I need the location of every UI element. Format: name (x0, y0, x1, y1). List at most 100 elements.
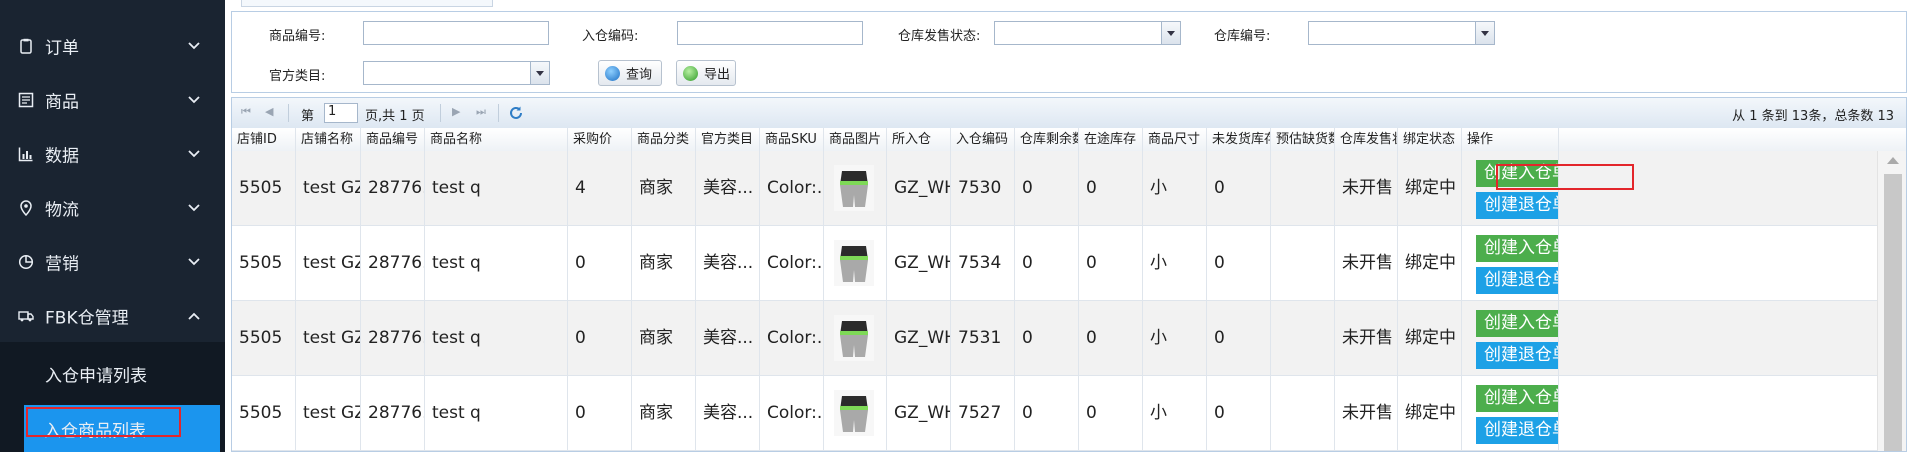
column-header[interactable]: 在途库存 (1079, 128, 1143, 151)
cell-shop-id: 5505 (232, 151, 296, 225)
cell-product-image (824, 376, 887, 450)
sidebar-item-products[interactable]: 商品 (0, 73, 225, 127)
cell-bind-status: 绑定中 (1398, 151, 1462, 225)
export-button[interactable]: 导出 (676, 60, 736, 86)
page-number-input[interactable]: 1 (324, 103, 358, 123)
cell-inbound-code: 7527 (951, 376, 1015, 450)
sidebar-item-orders[interactable]: 订单 (0, 19, 225, 73)
product-thumbnail[interactable] (834, 315, 874, 361)
cell-official-category: 美容... (696, 151, 760, 225)
cell-shortage (1271, 301, 1335, 375)
sidebar-subitem-inbound-requests[interactable]: 入仓申请列表 (0, 349, 225, 399)
cell-product-no: 28776... (361, 301, 425, 375)
column-header[interactable]: 所入仓 (887, 128, 951, 151)
cell-remaining: 0 (1015, 301, 1079, 375)
column-header[interactable]: 入仓编码 (951, 128, 1015, 151)
column-header[interactable]: 预估缺货数 (1271, 128, 1335, 151)
export-button-label: 导出 (704, 67, 731, 83)
truck-icon (18, 311, 34, 322)
column-header[interactable]: 未发货库存 (1207, 128, 1271, 151)
clipboard-icon (20, 38, 32, 54)
cell-price: 0 (568, 301, 632, 375)
product-no-label: 商品编号: (269, 29, 326, 44)
cell-sale-status: 未开售 (1335, 151, 1398, 225)
next-page-icon[interactable]: ▶ (452, 106, 464, 118)
column-header[interactable]: 操作 (1462, 128, 1559, 151)
official-category-select[interactable] (363, 61, 550, 85)
table-row[interactable]: 5505test GZC28776...test q0商家美容...Color:… (232, 376, 1877, 451)
chevron-down-icon (188, 204, 200, 212)
first-page-icon[interactable]: ⏮ (241, 106, 253, 118)
official-category-label: 官方类目: (269, 69, 326, 84)
sidebar-item-data[interactable]: 数据 (0, 127, 225, 181)
product-thumbnail[interactable] (834, 165, 874, 211)
last-page-icon[interactable]: ⏭ (476, 106, 488, 118)
column-header[interactable]: 仓库剩余数 (1015, 128, 1079, 151)
scroll-up-icon[interactable] (1887, 157, 1899, 164)
table-row[interactable]: 5505test GZC28776...test q0商家美容...Color:… (232, 226, 1877, 301)
column-header[interactable]: 官方类目 (696, 128, 760, 151)
create-return-button[interactable]: 创建退仓单 (1476, 417, 1558, 444)
vertical-scrollbar[interactable] (1877, 151, 1906, 451)
column-header[interactable]: 绑定状态 (1398, 128, 1462, 151)
column-header[interactable]: 店铺ID (232, 128, 296, 151)
cell-actions: 创建入仓单创建退仓单 (1462, 376, 1559, 450)
cell-sku: Color:... (760, 301, 824, 375)
product-thumbnail[interactable] (834, 240, 874, 286)
cell-warehouse: GZ_WH (887, 151, 951, 225)
scrollbar-thumb[interactable] (1884, 174, 1902, 451)
table-row[interactable]: 5505test GZC28776...test q0商家美容...Color:… (232, 301, 1877, 376)
column-header[interactable]: 商品图片 (824, 128, 887, 151)
product-no-input[interactable] (363, 21, 549, 45)
cell-sale-status: 未开售 (1335, 301, 1398, 375)
dropdown-arrow-icon[interactable] (1161, 22, 1180, 44)
bar-chart-icon (18, 147, 33, 162)
chevron-down-icon (188, 42, 200, 50)
warehouse-status-select[interactable] (994, 21, 1181, 45)
create-inbound-button[interactable]: 创建入仓单 (1476, 385, 1558, 412)
column-header[interactable]: 商品分类 (632, 128, 696, 151)
cell-category: 商家 (632, 151, 696, 225)
sidebar-item-fbk-warehouse[interactable]: FBK仓管理 (0, 289, 225, 343)
sidebar-item-label: 数据 (45, 146, 79, 167)
query-button[interactable]: 查询 (598, 60, 662, 86)
create-return-button[interactable]: 创建退仓单 (1476, 192, 1558, 219)
warehouse-no-select[interactable] (1308, 21, 1495, 45)
column-header[interactable]: 商品编号 (361, 128, 425, 151)
cell-official-category: 美容... (696, 301, 760, 375)
column-header[interactable]: 商品名称 (425, 128, 568, 151)
column-header[interactable]: 店铺名称 (296, 128, 361, 151)
create-inbound-button[interactable]: 创建入仓单 (1476, 235, 1558, 262)
cell-official-category: 美容... (696, 376, 760, 450)
cell-product-image (824, 301, 887, 375)
create-return-button[interactable]: 创建退仓单 (1476, 342, 1558, 369)
cell-remaining: 0 (1015, 226, 1079, 300)
page-suffix: 页,共 1 页 (365, 109, 425, 124)
cell-product-no: 28776... (361, 151, 425, 225)
query-button-label: 查询 (626, 67, 653, 83)
inbound-code-input[interactable] (677, 21, 863, 45)
prev-page-icon[interactable]: ◀ (265, 106, 277, 118)
cell-size: 小 (1143, 376, 1207, 450)
chevron-up-icon (188, 312, 200, 320)
cell-actions: 创建入仓单创建退仓单 (1462, 301, 1559, 375)
dropdown-arrow-icon[interactable] (1475, 22, 1494, 44)
create-return-button[interactable]: 创建退仓单 (1476, 267, 1558, 294)
create-inbound-button[interactable]: 创建入仓单 (1476, 310, 1558, 337)
column-header[interactable]: 商品SKU (760, 128, 824, 151)
column-header[interactable]: 采购价 (568, 128, 632, 151)
column-header[interactable]: 商品尺寸 (1143, 128, 1207, 151)
refresh-icon[interactable] (508, 105, 524, 121)
highlight-box (1496, 164, 1634, 190)
sidebar-item-logistics[interactable]: 物流 (0, 181, 225, 235)
export-icon (683, 66, 698, 81)
column-header[interactable]: 仓库发售状 (1335, 128, 1398, 151)
page-number-value: 1 (328, 104, 337, 119)
dropdown-arrow-icon[interactable] (530, 62, 549, 84)
sidebar-item-marketing[interactable]: 营销 (0, 235, 225, 289)
cell-price: 4 (568, 151, 632, 225)
product-thumbnail[interactable] (834, 390, 874, 436)
cell-unshipped: 0 (1207, 151, 1271, 225)
chevron-down-icon (188, 96, 200, 104)
page-prefix: 第 (301, 109, 315, 124)
